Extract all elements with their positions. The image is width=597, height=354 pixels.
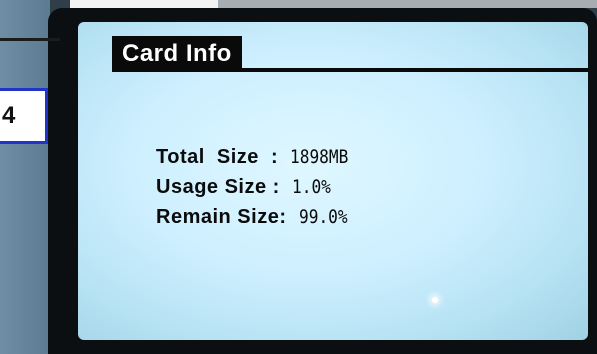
remain-size-value: 99.0% xyxy=(298,206,348,228)
info-row-usage-size: Usage Size : 1.0% xyxy=(156,176,536,206)
screen-title: Card Info xyxy=(122,40,232,67)
title-underline xyxy=(112,68,588,72)
step-number: 4 xyxy=(2,102,16,129)
info-row-remain-size: Remain Size: 99.0% xyxy=(156,206,536,236)
total-size-label: Total Size : xyxy=(156,146,285,168)
step-number-badge: 4 xyxy=(0,88,48,144)
photo-frame: 4 Card Info Total Size : 1898MB Usage Si… xyxy=(0,0,597,354)
card-info-title: Card Info xyxy=(112,36,242,72)
screen-glare xyxy=(432,297,438,303)
total-size-value: 1898MB xyxy=(290,146,349,168)
remain-size-label: Remain Size: xyxy=(156,206,293,228)
usage-size-value: 1.0% xyxy=(291,176,331,198)
card-info-list: Total Size : 1898MB Usage Size : 1.0% Re… xyxy=(156,146,536,236)
bezel-divider xyxy=(0,38,60,41)
top-gray-strip xyxy=(218,0,597,8)
left-bezel xyxy=(0,0,50,354)
info-row-total-size: Total Size : 1898MB xyxy=(156,146,536,176)
lcd-screen: Card Info Total Size : 1898MB Usage Size… xyxy=(78,22,588,340)
usage-size-label: Usage Size : xyxy=(156,176,286,198)
